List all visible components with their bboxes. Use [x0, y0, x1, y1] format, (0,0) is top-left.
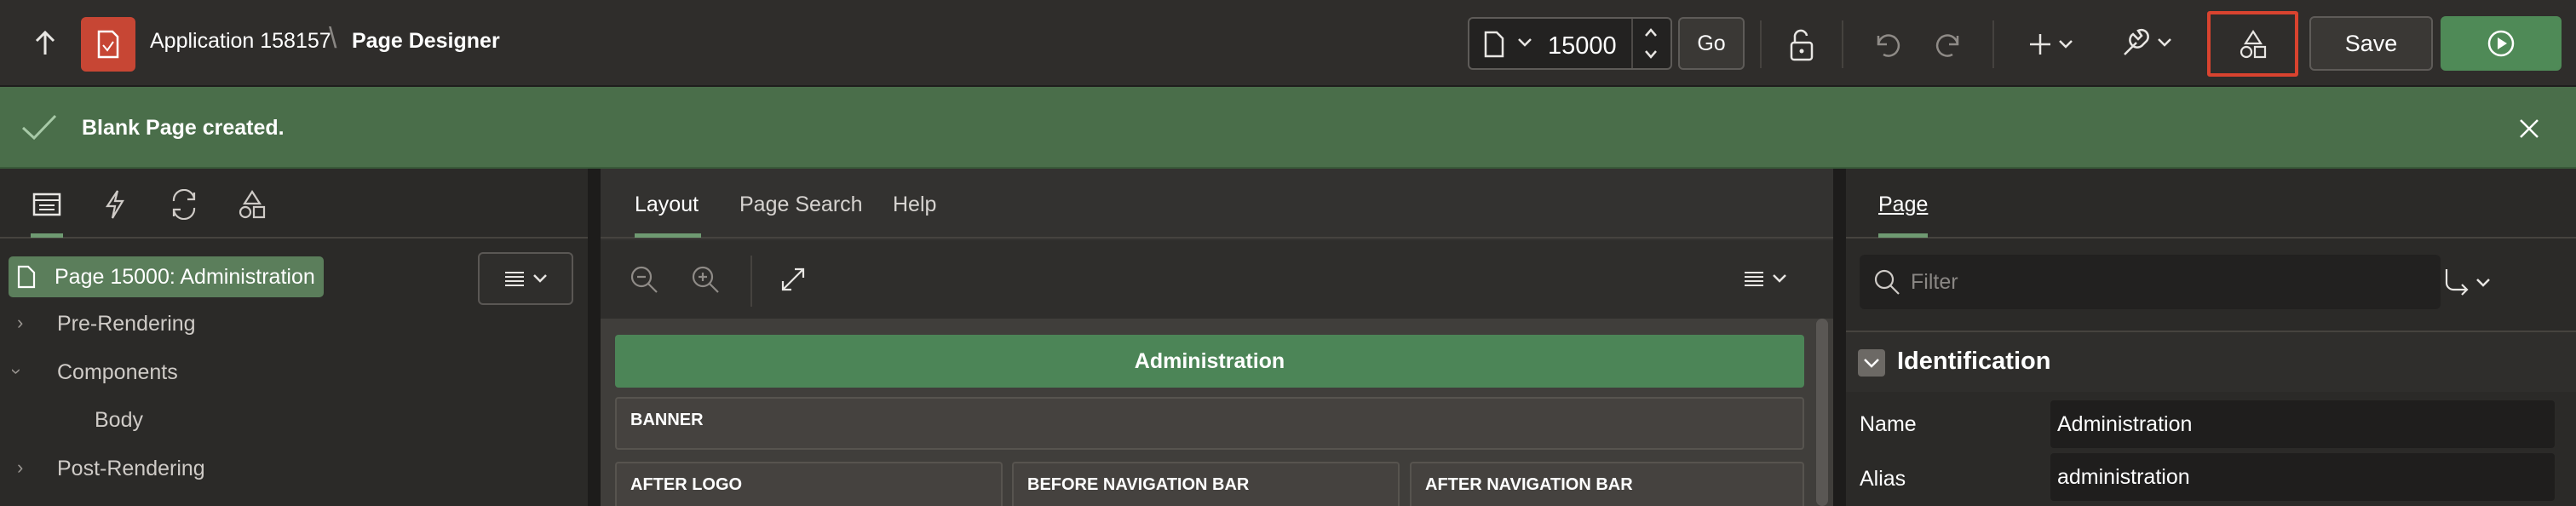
right-splitter[interactable]	[1833, 169, 1846, 506]
decrement-icon[interactable]	[1644, 49, 1658, 60]
chevron-down-icon[interactable]	[1517, 37, 1532, 48]
filter-input[interactable]	[1911, 267, 2422, 297]
active-tab-indicator	[1878, 233, 1928, 238]
expand-icon[interactable]	[779, 266, 807, 293]
page-number-picker[interactable]: 15000	[1468, 17, 1672, 70]
section-title: Identification	[1897, 348, 2051, 375]
tab-page[interactable]: Page	[1878, 193, 1928, 217]
processing-tab-icon[interactable]	[169, 189, 199, 220]
identification-section-header[interactable]: Identification	[1846, 331, 2576, 392]
save-and-run-button[interactable]	[2441, 16, 2562, 71]
go-button[interactable]: Go	[1678, 17, 1745, 70]
zoom-in-icon[interactable]	[690, 264, 721, 295]
undo-icon[interactable]	[1872, 29, 1902, 60]
tree-menu-button[interactable]	[478, 252, 573, 305]
app-logo-icon	[81, 17, 135, 72]
increment-icon[interactable]	[1644, 27, 1658, 37]
layout-pane: Layout Page Search Help Administration B…	[601, 169, 1833, 506]
tab-layout[interactable]: Layout	[635, 193, 699, 217]
toolbar-divider	[1992, 20, 1994, 68]
toolbar-divider	[1760, 20, 1762, 68]
layout-canvas: Administration BANNER AFTER LOGO BEFORE …	[601, 319, 1833, 506]
property-editor-pane: Page Identification Name Administration …	[1846, 169, 2576, 506]
unlock-icon[interactable]	[1786, 29, 1817, 61]
center-pane-tabs: Layout Page Search Help	[601, 169, 1833, 239]
shared-components-button[interactable]	[2207, 11, 2298, 77]
page-number-value[interactable]: 15000	[1548, 32, 1617, 60]
page-title-region[interactable]: Administration	[615, 335, 1804, 388]
banner-slot[interactable]: BANNER	[615, 397, 1804, 450]
right-pane-tabs: Page	[1846, 169, 2576, 239]
after-navigation-bar-slot[interactable]: AFTER NAVIGATION BAR	[1410, 462, 1804, 506]
save-button[interactable]: Save	[2309, 16, 2433, 71]
layout-scrollbar[interactable]	[1816, 319, 1828, 506]
layout-toolbar	[601, 240, 1833, 319]
zoom-out-icon[interactable]	[629, 264, 659, 295]
left-splitter[interactable]	[588, 169, 601, 506]
spinner-divider	[1631, 19, 1633, 68]
toolbar-divider	[750, 256, 752, 307]
page-designer-header: Application 158157 \ Page Designer 15000…	[0, 0, 2576, 87]
chevron-down-icon[interactable]: ›	[6, 368, 28, 374]
go-to-group-button[interactable]	[2441, 266, 2496, 300]
search-icon	[1873, 268, 1900, 296]
play-icon	[2487, 29, 2516, 58]
alias-field[interactable]: administration	[2050, 453, 2555, 501]
tree-node-page[interactable]: Page 15000: Administration	[9, 256, 324, 297]
close-icon[interactable]	[2518, 118, 2540, 140]
layout-menu-button[interactable]	[1717, 252, 1813, 305]
shapes-icon	[2238, 29, 2268, 60]
utilities-menu-button[interactable]	[2121, 27, 2176, 58]
create-menu-button[interactable]	[2029, 32, 2077, 56]
active-tab-indicator	[31, 233, 63, 238]
success-message-banner: Blank Page created.	[0, 87, 2576, 169]
left-pane-tabs	[0, 169, 588, 239]
property-filter[interactable]	[1860, 255, 2441, 309]
before-navigation-bar-slot[interactable]: BEFORE NAVIGATION BAR	[1012, 462, 1400, 506]
redo-icon[interactable]	[1934, 29, 1964, 60]
name-label: Name	[1860, 412, 1917, 436]
after-logo-slot[interactable]: AFTER LOGO	[615, 462, 1003, 506]
rendering-tab-icon[interactable]	[32, 193, 61, 216]
tab-help[interactable]: Help	[893, 193, 936, 217]
chevron-right-icon[interactable]: ›	[17, 312, 23, 334]
tree-node-pre-rendering[interactable]: Pre-Rendering	[57, 312, 196, 336]
tree-node-components[interactable]: Components	[57, 360, 178, 385]
chevron-right-icon[interactable]: ›	[17, 457, 23, 479]
check-icon	[20, 112, 58, 141]
app-name-link[interactable]: Application 158157	[150, 29, 331, 54]
tree-node-body[interactable]: Body	[95, 408, 143, 433]
up-arrow-icon[interactable]	[32, 29, 58, 58]
alias-label: Alias	[1860, 467, 1906, 491]
dynamic-actions-tab-icon[interactable]	[102, 189, 128, 220]
active-tab-indicator	[635, 233, 701, 238]
page-icon	[17, 265, 36, 289]
success-message-text: Blank Page created.	[82, 116, 285, 140]
tree-node-post-rendering[interactable]: Post-Rendering	[57, 457, 205, 481]
toolbar-divider	[1842, 20, 1843, 68]
rendering-tree-pane: Page 15000: Administration › Pre-Renderi…	[0, 169, 588, 506]
page-title: Page Designer	[352, 29, 500, 53]
collapse-icon[interactable]	[1858, 349, 1885, 377]
tab-page-search[interactable]: Page Search	[739, 193, 863, 217]
name-field[interactable]: Administration	[2050, 400, 2555, 448]
page-icon	[1483, 31, 1505, 58]
breadcrumb-separator: \	[329, 22, 337, 55]
shared-components-tab-icon[interactable]	[237, 189, 267, 220]
